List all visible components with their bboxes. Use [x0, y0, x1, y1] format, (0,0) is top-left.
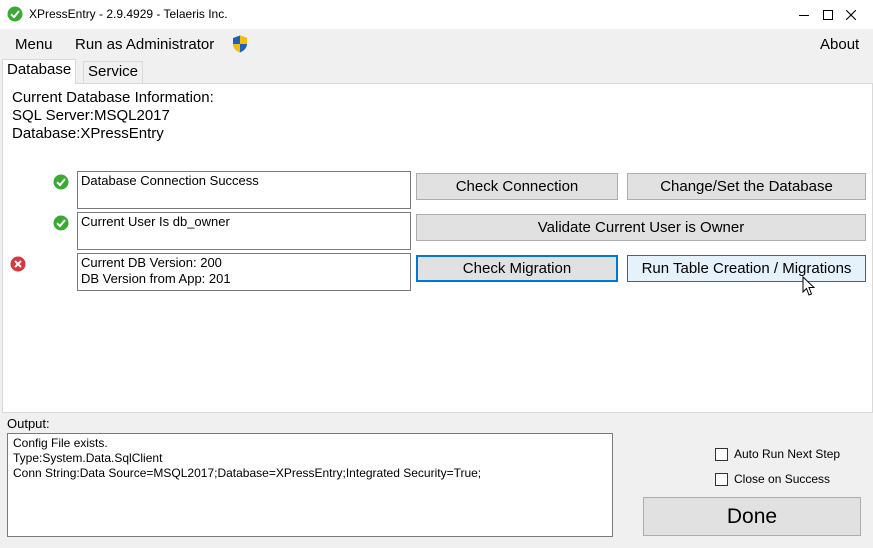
- mouse-pointer-icon: [802, 276, 816, 296]
- green-check-icon: [53, 215, 69, 231]
- owner-status-field: Current User Is db_owner: [77, 212, 411, 250]
- green-check-icon: [53, 174, 69, 190]
- uac-shield-icon: [233, 35, 247, 53]
- change-database-button[interactable]: Change/Set the Database: [627, 173, 866, 200]
- run-migrations-button[interactable]: Run Table Creation / Migrations: [627, 255, 866, 282]
- done-button[interactable]: Done: [643, 497, 861, 536]
- status-text-line-2: DB Version from App: 201: [81, 271, 231, 286]
- menu-item-about[interactable]: About: [820, 36, 859, 53]
- menu-item-menu[interactable]: Menu: [15, 36, 53, 53]
- info-database: Database:XPressEntry: [12, 125, 164, 142]
- check-circle-icon: [7, 6, 23, 22]
- output-line: Type:System.Data.SqlClient: [13, 451, 163, 465]
- info-sql-server: SQL Server:MSQL2017: [12, 107, 170, 124]
- title-bar: XPressEntry - 2.9.4929 - Telaeris Inc.: [0, 0, 873, 29]
- menu-bar: Menu Run as Administrator About: [0, 29, 873, 60]
- close-on-success-checkbox[interactable]: Close on Success: [715, 472, 830, 486]
- red-x-icon: [10, 256, 26, 272]
- checkbox-box[interactable]: [715, 447, 728, 461]
- status-text: Current User Is db_owner: [81, 214, 230, 229]
- checkbox-box[interactable]: [715, 472, 728, 486]
- auto-run-checkbox[interactable]: Auto Run Next Step: [715, 447, 840, 461]
- tab-service[interactable]: Service: [83, 61, 144, 83]
- auto-run-label: Auto Run Next Step: [734, 447, 841, 461]
- database-info: Current Database Information: SQL Server…: [12, 89, 214, 143]
- close-icon: [846, 9, 856, 20]
- close-button[interactable]: [828, 0, 873, 29]
- menu-item-run-as-admin[interactable]: Run as Administrator: [75, 36, 214, 53]
- output-log[interactable]: Config File exists. Type:System.Data.Sql…: [7, 433, 613, 537]
- validate-owner-button[interactable]: Validate Current User is Owner: [416, 214, 866, 241]
- check-migration-button[interactable]: Check Migration: [416, 255, 618, 282]
- output-label: Output:: [7, 416, 50, 431]
- output-line: Conn String:Data Source=MSQL2017;Databas…: [13, 466, 482, 480]
- output-line: Config File exists.: [13, 436, 108, 450]
- status-text-line-1: Current DB Version: 200: [81, 255, 222, 270]
- close-on-success-label: Close on Success: [734, 472, 831, 486]
- tab-database[interactable]: Database: [2, 59, 77, 84]
- status-text: Database Connection Success: [81, 173, 259, 188]
- check-connection-button[interactable]: Check Connection: [416, 173, 618, 200]
- connection-status-field: Database Connection Success: [77, 171, 411, 209]
- version-status-field: Current DB Version: 200 DB Version from …: [77, 253, 411, 291]
- info-heading: Current Database Information:: [12, 89, 214, 106]
- window-title: XPressEntry - 2.9.4929 - Telaeris Inc.: [29, 7, 228, 21]
